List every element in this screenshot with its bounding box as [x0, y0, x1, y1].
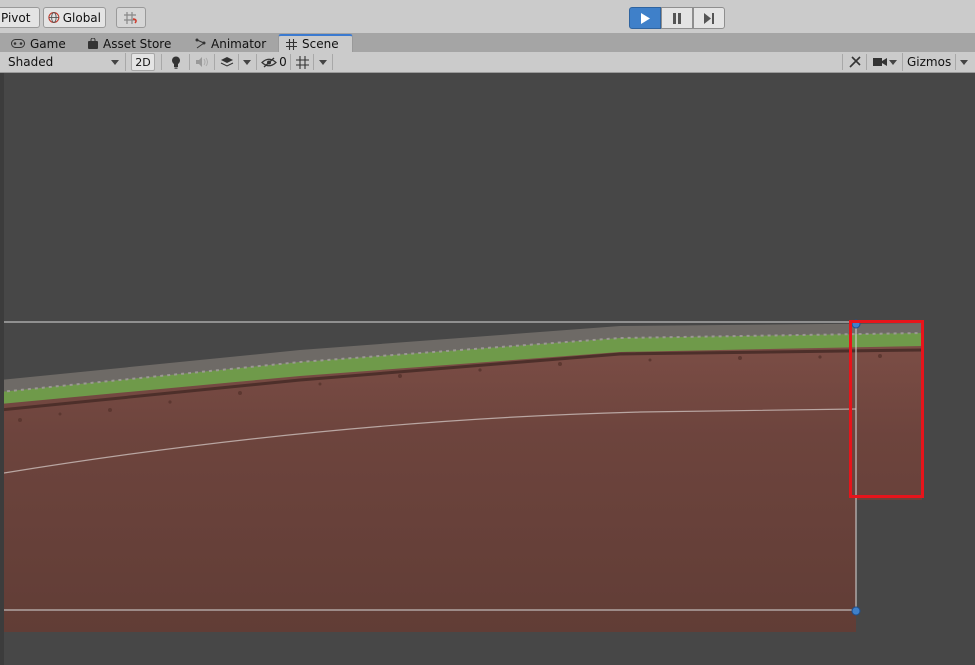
tools-icon: [849, 56, 861, 68]
layers-icon: [220, 57, 234, 67]
chevron-down-icon: [960, 59, 968, 65]
globe-icon: [48, 12, 60, 23]
play-icon: [641, 12, 650, 24]
gamepad-icon: [11, 39, 25, 48]
lightbulb-icon: [172, 56, 180, 69]
rect-handle-bottom-right: [851, 606, 861, 616]
tab-asset-store[interactable]: Asset Store: [88, 35, 171, 52]
shopping-bag-icon: [88, 38, 98, 49]
lighting-toggle[interactable]: [166, 53, 186, 71]
step-icon: [704, 12, 714, 24]
grid-hash-icon: [286, 38, 297, 50]
grid-snap-button[interactable]: [116, 7, 146, 28]
editor-tab-strip: Game Asset Store Animator Scene: [0, 33, 975, 52]
main-toolbar: Pivot Global: [0, 0, 975, 34]
pause-icon: [673, 12, 681, 24]
global-label: Global: [62, 10, 101, 25]
highlight-box: [849, 320, 924, 498]
effects-toggle[interactable]: [217, 53, 237, 71]
tab-label: Game: [30, 36, 66, 51]
animator-icon: [195, 38, 206, 49]
tab-label: Asset Store: [103, 36, 172, 51]
tab-label: Scene: [302, 37, 339, 51]
shading-mode-dropdown[interactable]: Shaded: [2, 53, 126, 71]
pivot-label: Pivot: [1, 10, 31, 25]
play-button[interactable]: [629, 7, 661, 29]
gizmos-label: Gizmos: [907, 55, 952, 69]
2d-label: 2D: [135, 55, 151, 69]
audio-toggle[interactable]: [192, 53, 212, 71]
chevron-down-icon: [319, 59, 327, 65]
gizmos-dropdown[interactable]: Gizmos: [902, 53, 972, 71]
eye-slash-icon: [261, 57, 278, 67]
toolbar-divider: [256, 54, 257, 70]
tab-label: Animator: [211, 36, 267, 51]
toolbar-divider: [290, 54, 291, 70]
hidden-count: 0: [279, 55, 287, 69]
chevron-down-icon: [111, 59, 119, 65]
toolbar-divider: [332, 54, 333, 70]
scene-viewport[interactable]: [0, 73, 975, 665]
grid-icon: [295, 55, 309, 69]
toolbar-divider: [313, 54, 314, 70]
toolbar-divider: [189, 54, 190, 70]
chevron-down-icon: [243, 59, 251, 65]
pause-button[interactable]: [661, 7, 693, 29]
grid-snap-icon: [124, 11, 137, 24]
effects-dropdown[interactable]: [240, 53, 254, 71]
grid-dropdown[interactable]: [316, 53, 330, 71]
toolbar-divider: [842, 54, 843, 70]
tab-game[interactable]: Game: [11, 35, 66, 52]
pivot-button[interactable]: Pivot: [0, 7, 40, 28]
gizmos-divider: [955, 54, 957, 70]
hidden-objects-toggle[interactable]: 0: [259, 53, 289, 71]
scene-toolbar: Shaded 2D 0 Gizmos: [0, 52, 975, 73]
toolbar-divider: [238, 54, 239, 70]
camera-settings-dropdown[interactable]: [869, 53, 900, 71]
global-button[interactable]: Global: [43, 7, 106, 28]
toolbar-divider: [161, 54, 162, 70]
toolbar-divider: [866, 54, 867, 70]
tab-animator[interactable]: Animator: [195, 35, 266, 52]
play-controls: [629, 7, 725, 29]
chevron-down-icon: [888, 59, 897, 65]
speaker-icon: [196, 57, 208, 67]
tab-scene[interactable]: Scene: [278, 34, 353, 52]
step-button[interactable]: [693, 7, 725, 29]
toolbar-divider: [214, 54, 215, 70]
viewport-left-border: [0, 73, 4, 665]
2d-mode-toggle[interactable]: 2D: [131, 53, 155, 71]
grid-toggle[interactable]: [293, 53, 311, 71]
shading-mode-label: Shaded: [8, 55, 54, 69]
terrain-sprite[interactable]: [0, 73, 975, 665]
camera-icon: [872, 58, 887, 66]
tools-toggle[interactable]: [845, 53, 865, 71]
